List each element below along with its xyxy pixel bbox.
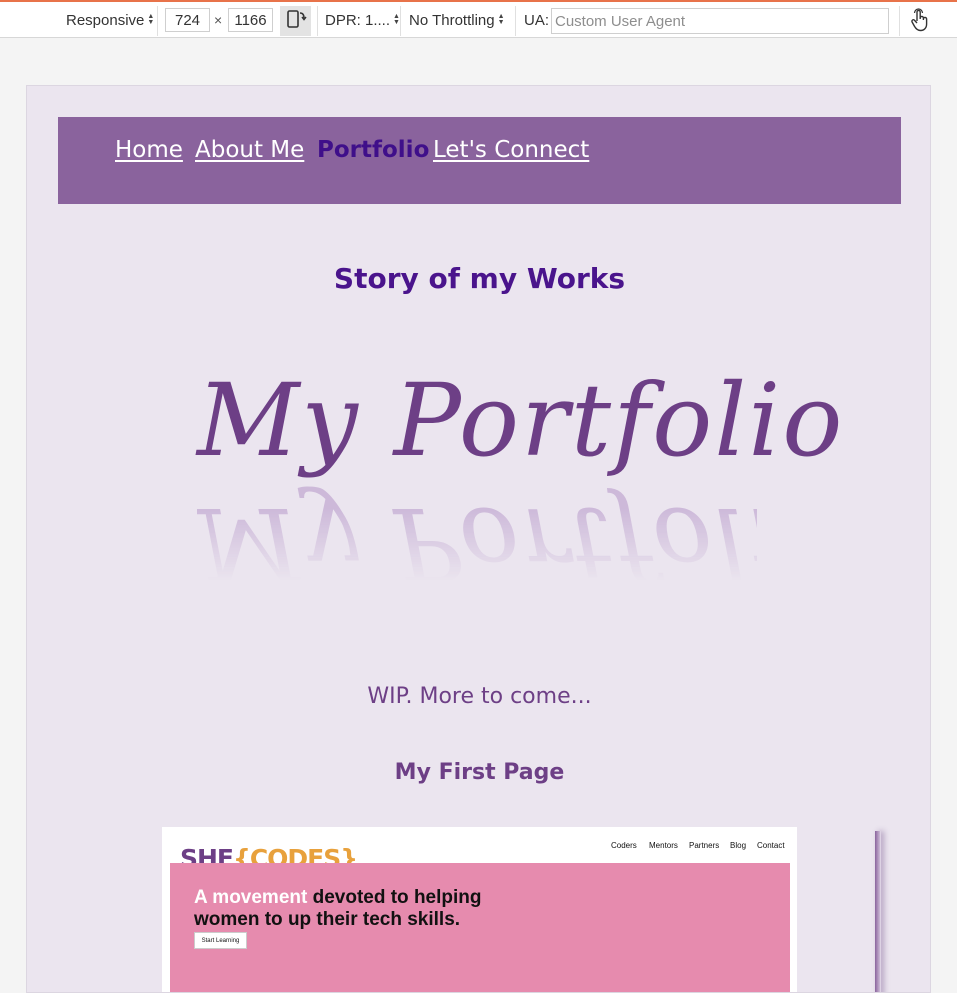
hero-text: A movement devoted to helping women to u… <box>194 887 534 931</box>
height-value: 1166 <box>234 11 267 29</box>
ua-label-text: UA: <box>524 11 550 29</box>
updown-arrows-icon: ▲ ▼ <box>497 13 505 26</box>
toolbar-divider <box>899 6 900 36</box>
throttling-label: No Throttling <box>409 11 495 29</box>
times-separator: × <box>214 2 222 38</box>
screenshot-shadow <box>875 831 881 992</box>
nav-link-portfolio[interactable]: Portfolio <box>317 137 429 163</box>
times-glyph: × <box>214 12 223 28</box>
nav-link-about-me[interactable]: About Me <box>195 137 304 163</box>
devtools-toolbar: Responsive ▲ ▼ 724 × 1166 DPR: 1.... ▲ ▼ N… <box>0 0 957 38</box>
width-value: 724 <box>174 11 201 29</box>
toolbar-divider <box>317 6 318 36</box>
shot-menu-coders: Coders <box>611 841 637 850</box>
dpr-label: DPR: 1.... <box>325 11 391 29</box>
first-page-screenshot[interactable]: SHE{CODES} Coders Mentors Partners Blog … <box>162 827 797 992</box>
start-learning-button: Start Learning <box>194 932 247 949</box>
hero-highlight: A movement <box>194 887 308 908</box>
first-page-title: My First Page <box>394 760 565 785</box>
nav-link-home[interactable]: Home <box>115 137 183 163</box>
toolbar-divider <box>400 6 401 36</box>
updown-arrows-icon: ▲ ▼ <box>393 13 400 26</box>
wip-text: WIP. More to come... <box>367 684 592 709</box>
width-input[interactable]: 724 <box>165 8 210 32</box>
device-mode-label: Responsive <box>66 11 145 29</box>
shot-hero-banner: A movement devoted to helping women to u… <box>170 863 790 992</box>
device-mode-select[interactable]: Responsive ▲ ▼ <box>66 2 154 38</box>
ua-label: UA: <box>524 2 549 38</box>
shot-menu-mentors: Mentors <box>649 841 678 850</box>
emulated-viewport: Home About Me Portfolio Let's Connect St… <box>26 85 931 993</box>
nav-link-lets-connect[interactable]: Let's Connect <box>433 137 589 163</box>
portfolio-heading-image: My Portfolio My Portfolio <box>197 351 845 621</box>
user-agent-input[interactable] <box>551 8 889 34</box>
toolbar-divider <box>515 6 516 36</box>
shot-menu-partners: Partners <box>689 841 720 850</box>
shot-menu-contact: Contact <box>757 841 785 850</box>
portfolio-reflection-text: My Portfolio <box>197 485 757 602</box>
shot-menu-blog: Blog <box>730 841 747 850</box>
portfolio-script-text: My Portfolio <box>197 362 845 479</box>
touch-hand-icon <box>909 8 931 36</box>
updown-arrows-icon: ▲ ▼ <box>147 13 155 26</box>
dpr-select[interactable]: DPR: 1.... ▲ ▼ <box>325 2 400 38</box>
device-rotate-icon <box>285 8 307 34</box>
touch-toggle-button[interactable] <box>906 8 934 36</box>
site-navbar: Home About Me Portfolio Let's Connect <box>58 117 901 204</box>
toolbar-divider <box>157 6 158 36</box>
height-input[interactable]: 1166 <box>228 8 273 32</box>
rotate-button[interactable] <box>280 6 311 36</box>
portfolio-script-reflection: My Portfolio <box>197 483 757 613</box>
throttling-select[interactable]: No Throttling ▲ ▼ <box>409 2 505 38</box>
page-title: Story of my Works <box>333 262 626 295</box>
